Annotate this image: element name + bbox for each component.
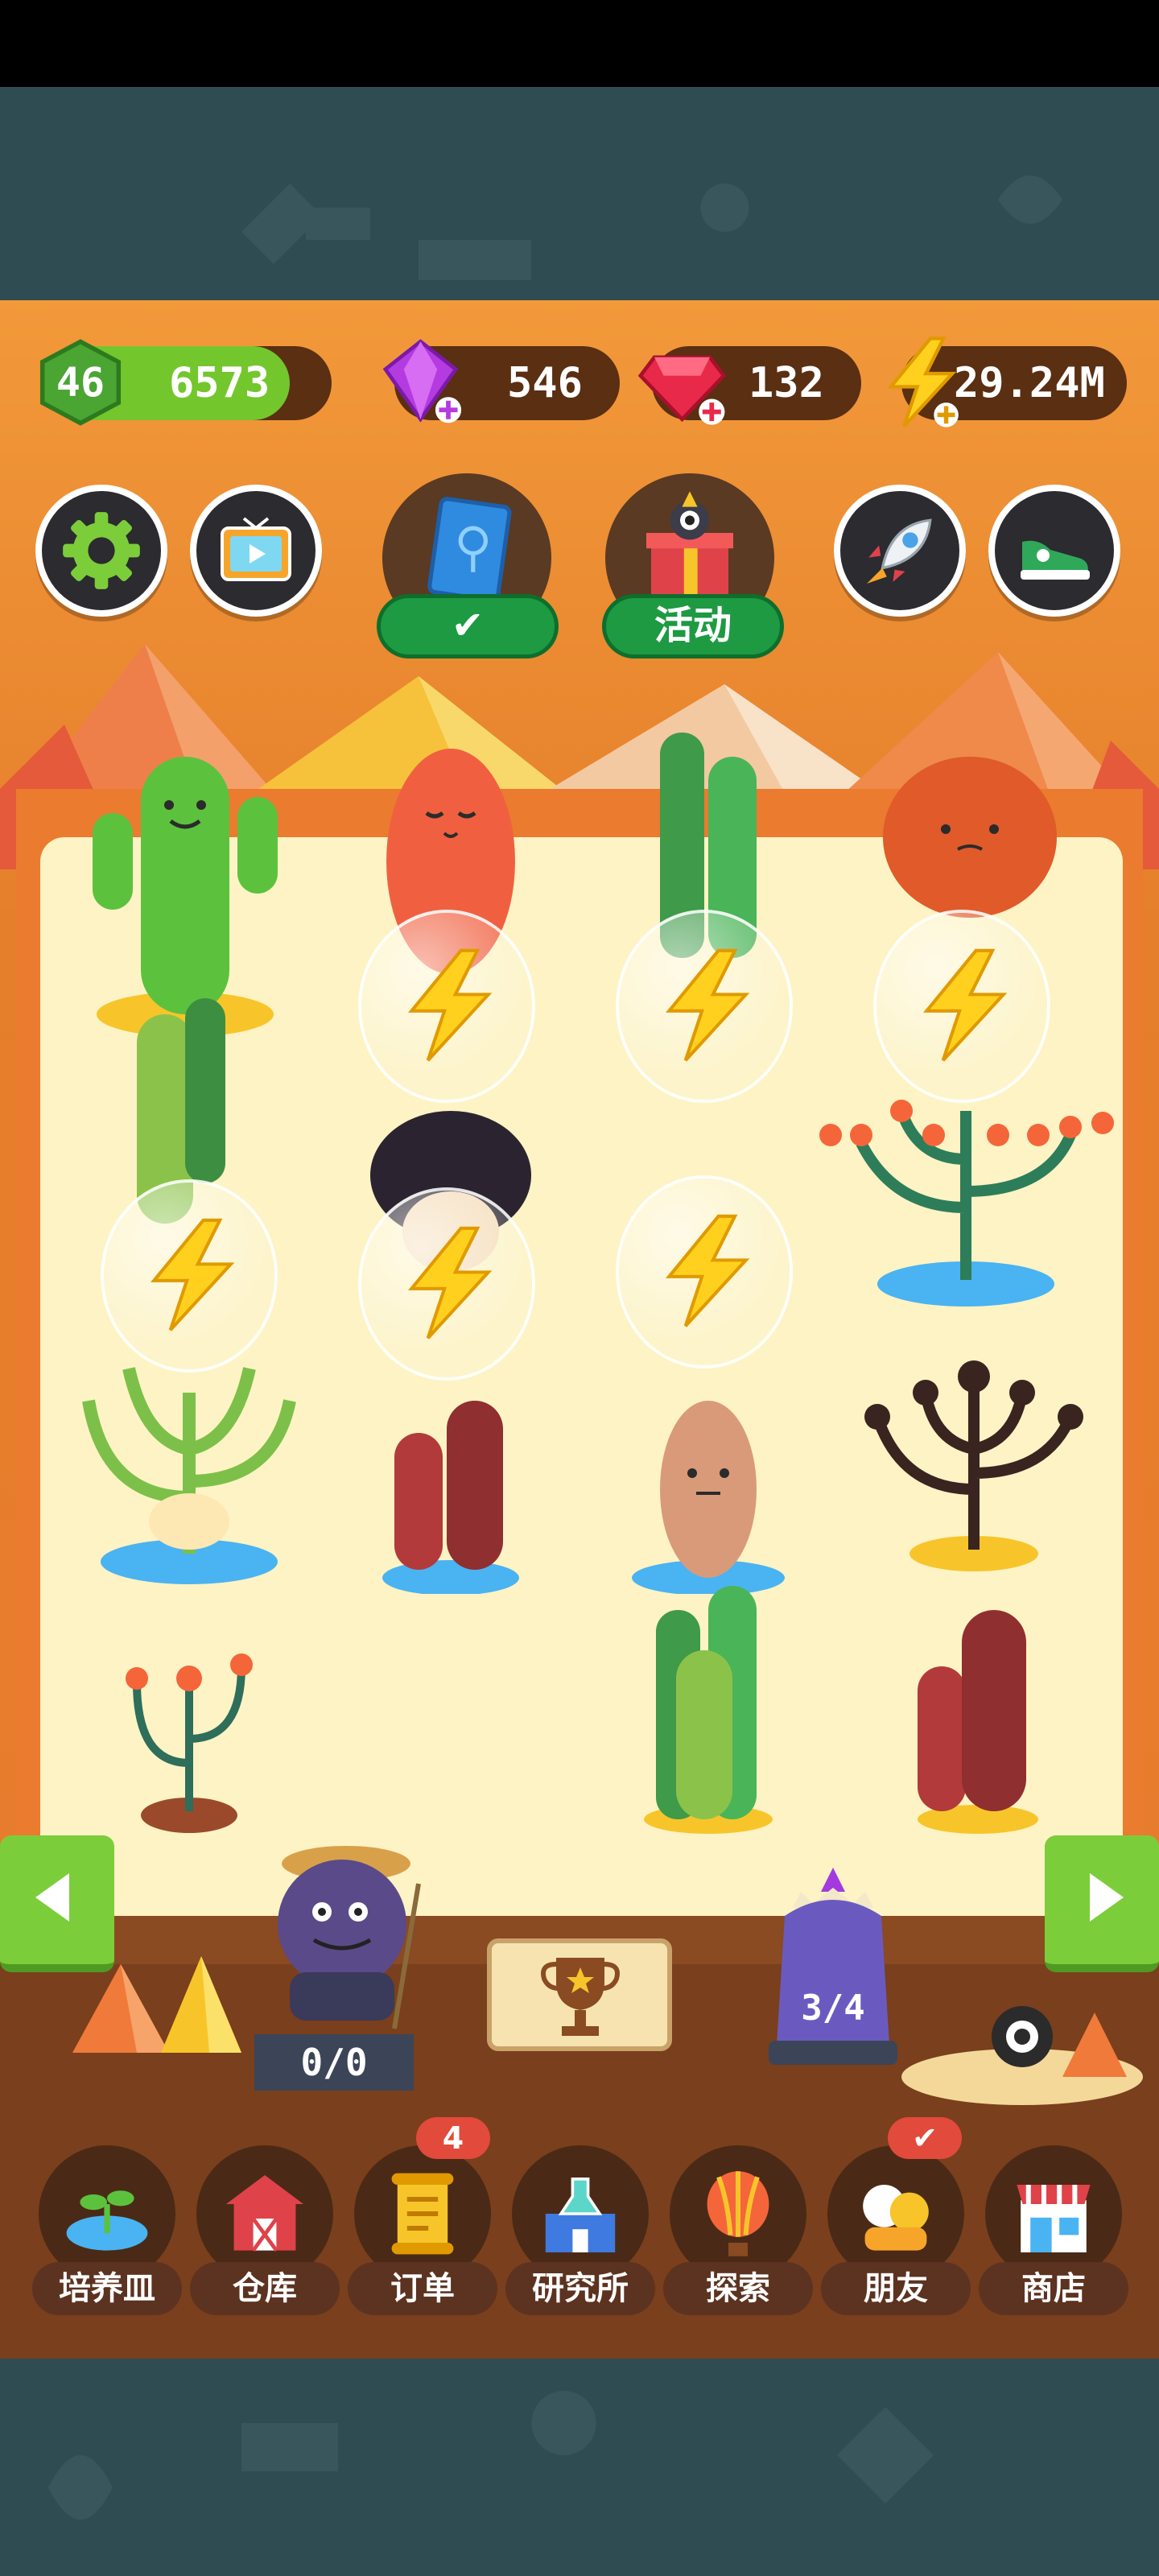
lightning-icon (887, 336, 959, 428)
next-page-button[interactable] (1045, 1835, 1159, 1972)
energy-bubble[interactable] (358, 910, 535, 1103)
settings-button[interactable] (35, 485, 167, 617)
purple-gem-value: 546 (507, 359, 583, 407)
arrow-right-icon (1090, 1873, 1124, 1922)
video-reward-button[interactable] (190, 485, 322, 617)
orange-pumpkin-plant[interactable] (877, 741, 1062, 918)
nav-orders[interactable]: 订单 (348, 2145, 497, 2318)
farmer-counter: 0/0 (254, 2034, 414, 2091)
nav-label: 培养皿 (32, 2262, 182, 2315)
pattern-decoration (241, 175, 1062, 280)
nav-label: 研究所 (505, 2262, 655, 2315)
sneaker-icon (1021, 540, 1090, 580)
red-gem-value: 132 (749, 359, 824, 407)
bottom-background (0, 2359, 1159, 2576)
barn-icon (226, 2175, 303, 2252)
nav-label: 朋友 (821, 2262, 971, 2315)
sprout-dish-icon (66, 2190, 148, 2251)
dark-candelabra-plant[interactable] (853, 1352, 1095, 1578)
coins-value: 6573 (169, 359, 270, 407)
orders-badge: 4 (416, 2117, 490, 2159)
red-stump-plant[interactable] (378, 1368, 523, 1594)
potato-plant[interactable] (628, 1368, 789, 1594)
cactus-cluster-plant[interactable] (636, 1578, 781, 1835)
nav-petri-dish[interactable]: 培养皿 (32, 2145, 182, 2318)
nav-friends[interactable]: 朋友 (821, 2145, 971, 2318)
nav-research[interactable]: 研究所 (505, 2145, 655, 2318)
nav-label: 商店 (979, 2262, 1128, 2315)
balloon-icon (707, 2171, 769, 2256)
gift-box-icon (646, 491, 733, 601)
energy-bubble[interactable] (873, 910, 1050, 1103)
nav-label: 订单 (348, 2262, 497, 2315)
top-background (0, 87, 1159, 300)
rocket-icon (866, 518, 932, 584)
energy-bubble[interactable] (616, 910, 793, 1103)
gear-icon (63, 512, 140, 589)
speed-shoe-button[interactable] (988, 485, 1120, 617)
lightning-icon (407, 948, 493, 1062)
nav-explore[interactable]: 探索 (663, 2145, 813, 2318)
lightning-icon (665, 1214, 750, 1327)
shop-icon (1017, 2185, 1091, 2252)
energy-bubble[interactable] (358, 1187, 535, 1381)
purple-gem-icon (382, 339, 462, 423)
eye-rock-decoration[interactable] (893, 1988, 1151, 2109)
arrow-left-icon (35, 1873, 69, 1922)
nav-shop[interactable]: 商店 (979, 2145, 1128, 2318)
energy-bubble[interactable] (101, 1179, 278, 1373)
red-cactus-plant[interactable] (909, 1602, 1046, 1835)
status-bar (0, 0, 1159, 87)
trophy-sign[interactable] (487, 1938, 672, 2051)
lightning-icon (150, 1218, 235, 1331)
red-flower-plant[interactable] (105, 1634, 274, 1835)
lightning-icon (922, 948, 1008, 1062)
nav-label: 探索 (663, 2262, 813, 2315)
nav-label: 仓库 (190, 2262, 340, 2315)
crystal-counter: 3/4 (801, 1988, 865, 2029)
lab-icon (545, 2178, 616, 2252)
boost-button[interactable] (834, 485, 966, 617)
friends-icon (863, 2185, 929, 2251)
friends-badge: ✔ (888, 2117, 962, 2159)
nav-warehouse[interactable]: 仓库 (190, 2145, 340, 2318)
energy-bubble[interactable] (616, 1175, 793, 1368)
trophy-icon (541, 1958, 620, 2036)
energy-value: 29.24M (954, 359, 1105, 407)
pyramid-decoration (72, 1956, 241, 2053)
lightning-icon (665, 948, 750, 1062)
ruby-icon (637, 355, 727, 425)
scroll-icon (391, 2173, 454, 2255)
pattern-decoration (48, 2391, 934, 2520)
farmer-monster-character[interactable] (258, 1835, 451, 2037)
tv-icon (221, 517, 291, 581)
level-value: 46 (56, 359, 105, 406)
lightning-icon (407, 1226, 493, 1340)
crystal-tower[interactable] (753, 1860, 914, 2069)
